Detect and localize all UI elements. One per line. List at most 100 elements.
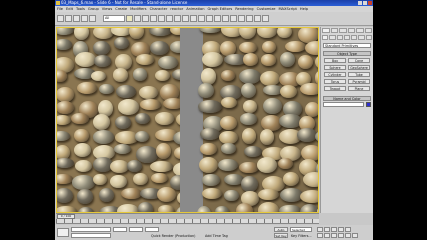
cobblestone	[57, 205, 77, 212]
cobblestone	[92, 173, 108, 186]
cobblestone	[57, 114, 72, 125]
geosphere-button[interactable]: GeoSphere	[348, 65, 370, 70]
cobblestone	[220, 70, 236, 82]
cobblestone	[57, 173, 73, 185]
redo-icon[interactable]	[65, 15, 72, 22]
link-icon[interactable]	[73, 15, 80, 22]
close-icon[interactable]	[368, 1, 372, 5]
select-move-icon[interactable]	[158, 15, 165, 22]
teapot-button[interactable]: Teapot	[324, 86, 346, 91]
bind-space-warp-icon[interactable]	[89, 15, 96, 22]
select-scale-icon[interactable]	[174, 15, 181, 22]
shapes-icon[interactable]	[329, 35, 336, 40]
pyramid-button[interactable]: Pyramid	[348, 79, 370, 84]
tube-button[interactable]: Tube	[348, 72, 370, 77]
zoom-all-icon[interactable]	[324, 233, 330, 238]
set-key-button[interactable]: Set Key	[274, 233, 288, 238]
maxscript-listener[interactable]	[57, 228, 69, 237]
reference-coordinate-icon[interactable]	[182, 15, 189, 22]
window-crossing-icon[interactable]	[150, 15, 157, 22]
sphere-button[interactable]: Sphere	[324, 65, 346, 70]
cylinder-button[interactable]: Cylinder	[324, 72, 346, 77]
left-letterbox	[0, 0, 55, 240]
display-tab-icon[interactable]	[356, 28, 364, 33]
y-coordinate-field[interactable]	[129, 227, 143, 232]
z-coordinate-field[interactable]	[145, 227, 159, 232]
geometry-icon[interactable]	[322, 35, 329, 40]
render-setup-icon[interactable]	[254, 15, 261, 22]
create-tab-icon[interactable]	[322, 28, 330, 33]
zoom-icon[interactable]	[317, 233, 323, 238]
select-by-name-icon[interactable]	[134, 15, 141, 22]
window-title: 03_Maps_6.max - Slide 6 - Not for Resale…	[61, 0, 188, 5]
cobblestone	[298, 54, 313, 69]
cobblestone	[318, 85, 319, 98]
primitive-type-dropdown[interactable]: Standard Primitives	[323, 43, 371, 48]
goto-end-icon[interactable]	[345, 227, 351, 232]
snaps-toggle-icon[interactable]	[206, 15, 213, 22]
play-icon[interactable]	[331, 227, 337, 232]
cobblestone	[132, 172, 148, 186]
maximize-viewport-icon[interactable]	[352, 233, 358, 238]
previous-frame-icon[interactable]	[324, 227, 330, 232]
selection-filter-dropdown[interactable]: All	[103, 15, 125, 22]
cobblestone	[112, 68, 129, 82]
pivot-center-icon[interactable]	[190, 15, 197, 22]
undo-icon[interactable]	[57, 15, 64, 22]
quick-render-icon[interactable]	[262, 15, 269, 22]
add-time-tag-label[interactable]: Add Time Tag	[205, 234, 228, 238]
x-coordinate-field[interactable]	[113, 227, 127, 232]
selection-region-icon[interactable]	[142, 15, 149, 22]
torus-button[interactable]: Torus	[324, 79, 346, 84]
viewport[interactable]	[56, 27, 319, 213]
cobblestone	[92, 130, 115, 144]
box-button[interactable]: Box	[324, 58, 346, 63]
motion-tab-icon[interactable]	[347, 28, 355, 33]
cobblestone	[277, 157, 293, 170]
systems-icon[interactable]	[365, 35, 372, 40]
modify-tab-icon[interactable]	[330, 28, 338, 33]
cobblestone	[218, 159, 238, 172]
mirror-icon[interactable]	[230, 15, 237, 22]
key-filters-button[interactable]: Key Filters...	[291, 234, 312, 238]
material-editor-icon[interactable]	[246, 15, 253, 22]
goto-start-icon[interactable]	[317, 227, 323, 232]
key-mode-dropdown[interactable]: Selected	[290, 227, 312, 232]
object-name-field[interactable]	[323, 102, 364, 107]
cobblestone	[258, 188, 280, 201]
align-icon[interactable]	[238, 15, 245, 22]
next-frame-icon[interactable]	[338, 227, 344, 232]
right-letterbox	[373, 0, 427, 240]
minimize-icon[interactable]	[358, 1, 362, 5]
lights-icon[interactable]	[336, 35, 343, 40]
percent-snap-icon[interactable]	[222, 15, 229, 22]
cobblestone	[57, 100, 75, 115]
helpers-icon[interactable]	[351, 35, 358, 40]
zoom-extents-icon[interactable]	[331, 233, 337, 238]
cobblestone	[93, 55, 112, 67]
hierarchy-tab-icon[interactable]	[339, 28, 347, 33]
select-rotate-icon[interactable]	[166, 15, 173, 22]
cobblestone	[198, 100, 222, 113]
cobblestone	[71, 113, 90, 125]
auto-key-button[interactable]: Auto Key	[274, 227, 288, 236]
command-panel: Standard Primitives Object Type Box Cone…	[320, 27, 373, 213]
name-and-color-rollout[interactable]: Name and Color	[323, 96, 371, 101]
unlink-icon[interactable]	[81, 15, 88, 22]
utilities-tab-icon[interactable]	[364, 28, 372, 33]
cameras-icon[interactable]	[343, 35, 351, 40]
render-scene-label[interactable]: Quick Render (Production)	[151, 234, 196, 238]
maximize-icon[interactable]	[363, 1, 367, 5]
pan-icon[interactable]	[338, 233, 344, 238]
space-warps-icon[interactable]	[358, 35, 365, 40]
plane-button[interactable]: Plane	[348, 86, 370, 91]
cobblestone-render-left	[57, 28, 197, 212]
cobblestone	[76, 189, 94, 204]
select-object-icon[interactable]	[126, 15, 133, 22]
object-color-swatch[interactable]	[366, 102, 371, 107]
cone-button[interactable]: Cone	[348, 58, 370, 63]
orbit-icon[interactable]	[345, 233, 351, 238]
track-bar[interactable]	[56, 219, 319, 224]
angle-snap-icon[interactable]	[214, 15, 221, 22]
select-manipulate-icon[interactable]	[198, 15, 205, 22]
